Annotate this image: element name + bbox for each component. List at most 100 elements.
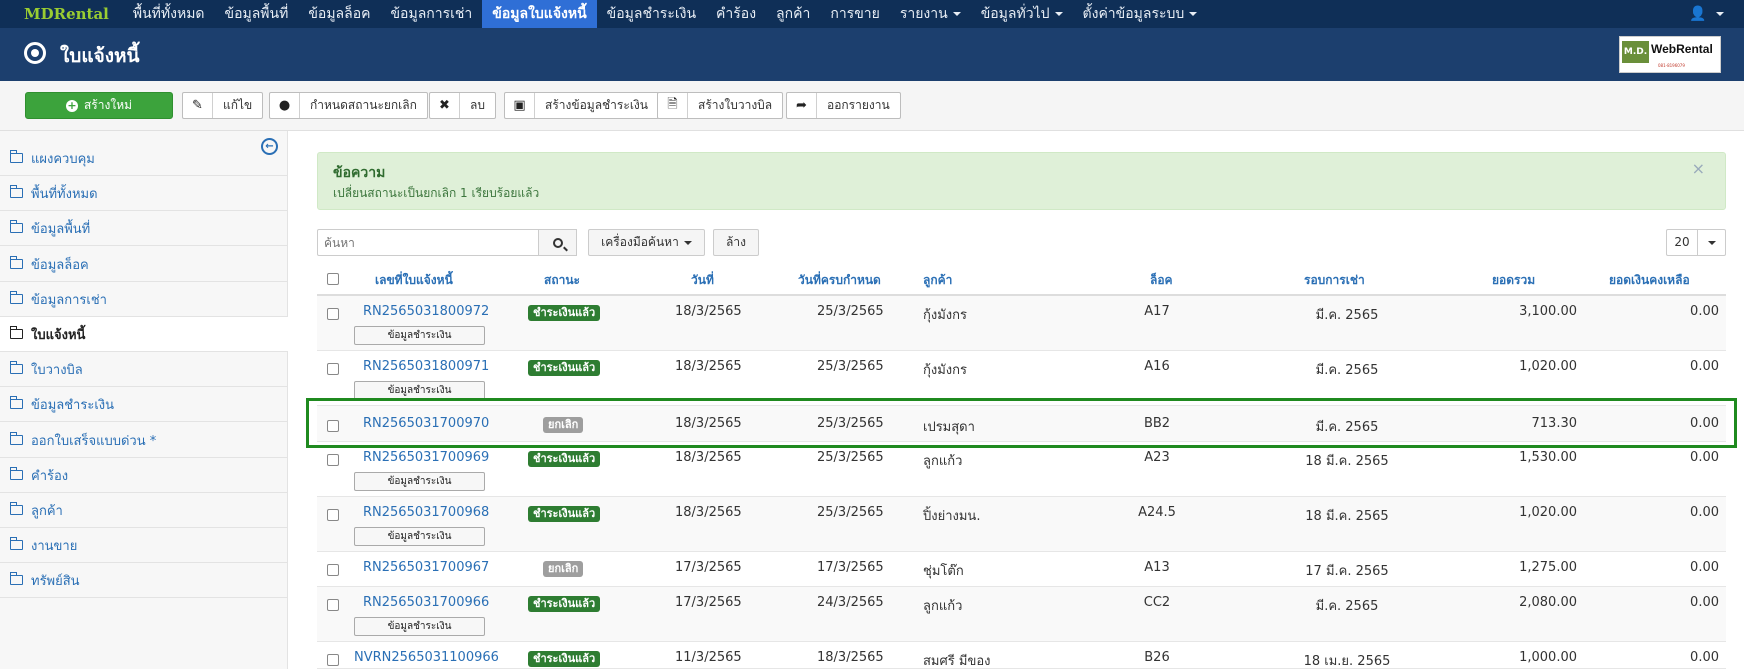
invoice-number-link[interactable]: RN2565031800972 [363, 304, 489, 319]
nav-item[interactable]: คำร้อง [706, 0, 766, 28]
nav-item[interactable]: ข้อมูลใบแจ้งหนี้ [482, 0, 597, 28]
edit-button[interactable]: ✎ แก้ไข [182, 92, 264, 119]
table-row[interactable]: RN2565031700970 ยกเลิก 18/3/2565 25/3/2565 เ… [317, 406, 1726, 442]
col-lock[interactable]: ล็อค [1150, 271, 1173, 290]
invoice-number-link[interactable]: RN2565031700966 [363, 595, 489, 610]
nav-item[interactable]: พื้นที่ทั้งหมด [123, 0, 215, 28]
status-badge: ชำระเงินแล้ว [528, 305, 601, 321]
table-row[interactable]: NVRN2565031100966 ชำระเงินแล้ว 11/3/2565 18… [317, 642, 1726, 669]
create-new-button[interactable]: + สร้างใหม่ [25, 92, 173, 119]
set-cancel-status-button[interactable]: ● กำหนดสถานะยกเลิก [269, 92, 428, 119]
customer-name: ลูกแก้ว [923, 599, 963, 614]
table-row[interactable]: RN2565031800972 ชำระเงินแล้ว 18/3/2565 25/3… [317, 296, 1726, 351]
page-size-select[interactable]: 20 [1666, 229, 1726, 256]
row-checkbox[interactable] [327, 564, 339, 576]
sidebar-item[interactable]: ข้อมูลพื้นที่ [0, 211, 288, 246]
sidebar-item[interactable]: ใบวางบิล [0, 352, 288, 387]
customer-name: ชุ่มโต๊ก [923, 564, 964, 579]
nav-item-label: การขาย [830, 6, 880, 22]
create-bill-button[interactable]: 🗎 สร้างใบวางบิล [657, 92, 784, 119]
sidebar-item[interactable]: ข้อมูลการเช่า [0, 282, 288, 317]
sidebar: ← แผงควบคุม พื้นที่ทั้งหมด ข้อมูลพื้นที่ ข้… [0, 131, 288, 669]
sidebar-item[interactable]: ลูกค้า [0, 493, 288, 528]
table-row[interactable]: RN2565031800971 ชำระเงินแล้ว 18/3/2565 25/3… [317, 351, 1726, 406]
payment-info-button[interactable]: ข้อมูลชำระเงิน [354, 472, 485, 491]
brand-logo[interactable]: MDRental [0, 0, 123, 28]
payment-info-button[interactable]: ข้อมูลชำระเงิน [354, 326, 485, 345]
sidebar-item[interactable]: ทรัพย์สิน [0, 563, 288, 598]
delete-button[interactable]: ✖ ลบ [429, 92, 496, 119]
nav-item[interactable]: ข้อมูลการเช่า [380, 0, 482, 28]
sidebar-item[interactable]: ข้อมูลชำระเงิน [0, 387, 288, 422]
invoice-date: 18/3/2565 [675, 505, 742, 520]
row-checkbox[interactable] [327, 454, 339, 466]
nav-item[interactable]: ข้อมูลชำระเงิน [597, 0, 706, 28]
share-icon: ➦ [787, 93, 817, 118]
nav-item[interactable]: ข้อมูลพื้นที่ [215, 0, 299, 28]
sidebar-item[interactable]: แผงควบคุม [0, 141, 288, 176]
invoice-number-link[interactable]: RN2565031700969 [363, 450, 489, 465]
create-payment-button[interactable]: ▣ สร้างข้อมูลชำระเงิน [504, 92, 659, 119]
row-checkbox[interactable] [327, 420, 339, 432]
clear-label: ล้าง [726, 235, 746, 249]
table-row[interactable]: RN2565031700966 ชำระเงินแล้ว 17/3/2565 24/3… [317, 587, 1726, 642]
row-checkbox[interactable] [327, 654, 339, 666]
col-due-date[interactable]: วันที่ครบกำหนด [798, 271, 881, 290]
search-input[interactable] [317, 229, 539, 256]
close-icon: ✖ [430, 93, 460, 118]
col-rental-period[interactable]: รอบการเช่า [1304, 271, 1365, 290]
due-date: 25/3/2565 [817, 505, 884, 520]
nav-item[interactable]: ข้อมูลทั่วไป [971, 0, 1073, 28]
row-checkbox[interactable] [327, 509, 339, 521]
total-amount: 713.30 [1531, 416, 1578, 431]
invoice-date: 18/3/2565 [675, 304, 742, 319]
search-tools-dropdown[interactable]: เครื่องมือค้นหา [588, 229, 705, 256]
invoice-number-link[interactable]: RN2565031700968 [363, 505, 489, 520]
invoice-number-link[interactable]: RN2565031700970 [363, 416, 489, 431]
invoice-number-link[interactable]: NVRN2565031100966 [354, 650, 499, 665]
col-status[interactable]: สถานะ [544, 271, 580, 290]
col-invoice-no[interactable]: เลขที่ใบแจ้งหนี้ [375, 271, 453, 290]
sidebar-item[interactable]: พื้นที่ทั้งหมด [0, 176, 288, 211]
row-checkbox[interactable] [327, 308, 339, 320]
nav-item[interactable]: ข้อมูลล็อค [298, 0, 380, 28]
nav-item[interactable]: ลูกค้า [766, 0, 820, 28]
col-total[interactable]: ยอดรวม [1492, 271, 1535, 290]
sidebar-item[interactable]: ใบแจ้งหนี้ [0, 317, 288, 352]
nav-item[interactable]: ตั้งค่าข้อมูลระบบ [1073, 0, 1208, 28]
total-amount: 1,530.00 [1519, 450, 1577, 465]
nav-item[interactable]: การขาย [820, 0, 890, 28]
payment-info-button[interactable]: ข้อมูลชำระเงิน [354, 381, 485, 400]
select-all-checkbox[interactable] [327, 273, 339, 285]
table-row[interactable]: RN2565031700967 ยกเลิก 17/3/2565 17/3/2565 ช… [317, 552, 1726, 587]
col-date[interactable]: วันที่ [691, 271, 714, 290]
rental-period: มี.ค. 2565 [1315, 363, 1379, 378]
table-row[interactable]: RN2565031700968 ชำระเงินแล้ว 18/3/2565 25/3… [317, 497, 1726, 552]
invoice-number-link[interactable]: RN2565031800971 [363, 359, 489, 374]
user-menu[interactable]: 👤 [1689, 0, 1724, 28]
invoice-number-link[interactable]: RN2565031700967 [363, 560, 489, 575]
row-checkbox[interactable] [327, 599, 339, 611]
clear-button[interactable]: ล้าง [713, 229, 759, 256]
nav-item[interactable]: รายงาน [890, 0, 971, 28]
export-report-button[interactable]: ➦ ออกรายงาน [786, 92, 901, 119]
col-customer[interactable]: ลูกค้า [923, 271, 952, 290]
row-checkbox[interactable] [327, 363, 339, 375]
alert-close-button[interactable]: × [1692, 159, 1705, 178]
page-title: ใบแจ้งหนี้ [60, 45, 140, 67]
sidebar-item[interactable]: งานขาย [0, 528, 288, 563]
table-row[interactable]: RN2565031700969 ชำระเงินแล้ว 18/3/2565 25/3… [317, 442, 1726, 497]
col-balance[interactable]: ยอดเงินคงเหลือ [1609, 271, 1690, 290]
rental-period: 17 มี.ค. 2565 [1305, 564, 1389, 579]
sidebar-item[interactable]: ออกใบเสร็จแบบด่วน * [0, 423, 288, 458]
chevron-down-icon [1698, 236, 1725, 250]
payment-info-button[interactable]: ข้อมูลชำระเงิน [354, 527, 485, 546]
sidebar-item-label: ออกใบเสร็จแบบด่วน * [31, 433, 157, 449]
payment-info-button[interactable]: ข้อมูลชำระเงิน [354, 617, 485, 636]
company-logo: M.D. WebRental 081-8196079 [1619, 36, 1721, 73]
lock-code: A16 [1144, 359, 1170, 374]
user-icon: 👤 [1689, 6, 1707, 22]
sidebar-item[interactable]: คำร้อง [0, 458, 288, 493]
search-button[interactable] [538, 229, 577, 256]
sidebar-item[interactable]: ข้อมูลล็อค [0, 247, 288, 282]
